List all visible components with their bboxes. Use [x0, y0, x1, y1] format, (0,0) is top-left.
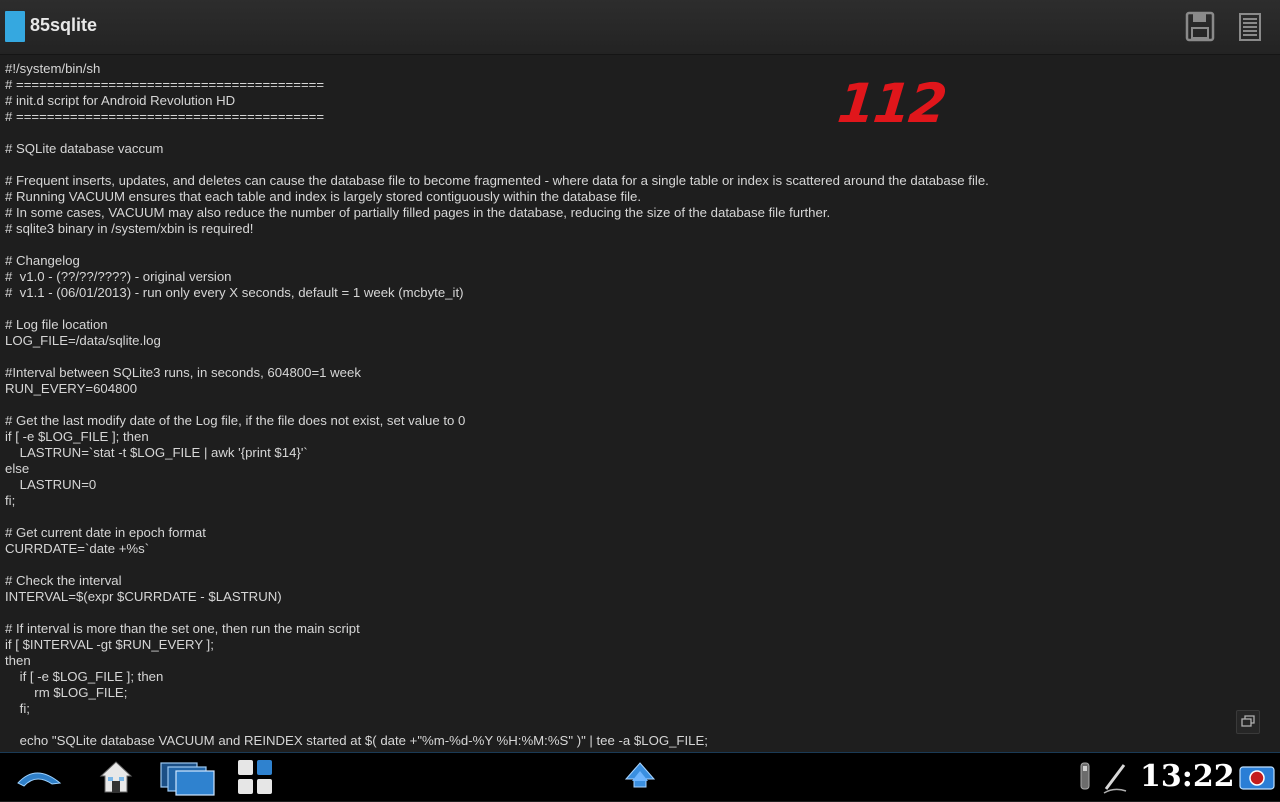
code-line[interactable]: then: [5, 653, 1280, 669]
code-line[interactable]: if [ -e $LOG_FILE ]; then: [5, 669, 1280, 685]
handwritten-annotation: 112: [834, 72, 949, 135]
screenshot-button[interactable]: [1238, 757, 1276, 797]
code-line[interactable]: LASTRUN=`stat -t $LOG_FILE | awk '{print…: [5, 445, 1280, 461]
app-grid-icon: [238, 760, 272, 794]
home-icon: [99, 761, 133, 793]
code-line[interactable]: [5, 509, 1280, 525]
save-icon: [1185, 11, 1215, 42]
code-line[interactable]: # Get current date in epoch format: [5, 525, 1280, 541]
code-line[interactable]: # ======================================…: [5, 77, 1280, 93]
code-line[interactable]: rm $LOG_FILE;: [5, 685, 1280, 701]
code-line[interactable]: INTERVAL=$(expr $CURRDATE - $LASTRUN): [5, 589, 1280, 605]
code-line[interactable]: # Check the interval: [5, 573, 1280, 589]
code-line[interactable]: # Get the last modify date of the Log fi…: [5, 413, 1280, 429]
window-restore-icon: [1241, 715, 1255, 727]
app-grid-button[interactable]: [236, 757, 274, 797]
code-line[interactable]: [5, 349, 1280, 365]
code-line[interactable]: [5, 717, 1280, 733]
code-line[interactable]: fi;: [5, 701, 1280, 717]
code-line[interactable]: # Log file location: [5, 317, 1280, 333]
code-line[interactable]: [5, 157, 1280, 173]
code-content[interactable]: #!/system/bin/sh # ======================…: [0, 55, 1280, 749]
code-line[interactable]: [5, 125, 1280, 141]
recent-apps-button[interactable]: [158, 757, 216, 797]
app-icon[interactable]: [5, 11, 25, 42]
code-line[interactable]: # ======================================…: [5, 109, 1280, 125]
code-line[interactable]: # init.d script for Android Revolution H…: [5, 93, 1280, 109]
code-line[interactable]: # SQLite database vaccum: [5, 141, 1280, 157]
code-line[interactable]: [5, 397, 1280, 413]
text-editor[interactable]: #!/system/bin/sh # ======================…: [0, 55, 1280, 752]
usb-icon: [1080, 762, 1090, 790]
stylus-icon: [1103, 764, 1127, 794]
code-line[interactable]: [5, 557, 1280, 573]
back-icon: [17, 772, 62, 787]
code-line[interactable]: # Frequent inserts, updates, and deletes…: [5, 173, 1280, 189]
code-line[interactable]: #!/system/bin/sh: [5, 61, 1280, 77]
save-button[interactable]: [1183, 10, 1217, 44]
code-line[interactable]: if [ $INTERVAL -gt $RUN_EVERY ];: [5, 637, 1280, 653]
code-line[interactable]: # Running VACUUM ensures that each table…: [5, 189, 1280, 205]
code-line[interactable]: # In some cases, VACUUM may also reduce …: [5, 205, 1280, 221]
code-line[interactable]: # v1.1 - (06/01/2013) - run only every X…: [5, 285, 1280, 301]
code-line[interactable]: LOG_FILE=/data/sqlite.log: [5, 333, 1280, 349]
menu-icon: [1239, 13, 1261, 41]
code-line[interactable]: echo "SQLite database VACUUM and REINDEX…: [5, 733, 1280, 749]
menu-button[interactable]: [1233, 10, 1267, 44]
system-bar: [0, 752, 1280, 801]
code-line[interactable]: # If interval is more than the set one, …: [5, 621, 1280, 637]
window-restore-button[interactable]: [1236, 710, 1260, 734]
recent-apps-icon: [160, 762, 215, 796]
code-line[interactable]: fi;: [5, 493, 1280, 509]
stylus-status[interactable]: [1100, 757, 1130, 797]
code-line[interactable]: else: [5, 461, 1280, 477]
expand-bar-button[interactable]: [624, 757, 656, 797]
code-line[interactable]: # Changelog: [5, 253, 1280, 269]
code-line[interactable]: CURRDATE=`date +%s`: [5, 541, 1280, 557]
code-line[interactable]: [5, 237, 1280, 253]
camera-icon: [1239, 766, 1275, 790]
code-line[interactable]: RUN_EVERY=604800: [5, 381, 1280, 397]
code-line[interactable]: #Interval between SQLite3 runs, in secon…: [5, 365, 1280, 381]
app-title: 85sqlite: [30, 15, 98, 35]
code-line[interactable]: [5, 301, 1280, 317]
up-arrow-icon: [624, 762, 656, 788]
usb-status[interactable]: [1076, 757, 1094, 797]
home-button[interactable]: [98, 757, 134, 797]
clock: 13:22: [1140, 759, 1235, 794]
code-line[interactable]: # v1.0 - (??/??/????) - original version: [5, 269, 1280, 285]
code-line[interactable]: LASTRUN=0: [5, 477, 1280, 493]
code-line[interactable]: [5, 605, 1280, 621]
action-bar: 85sqlite: [0, 0, 1280, 55]
code-line[interactable]: # sqlite3 binary in /system/xbin is requ…: [5, 221, 1280, 237]
code-line[interactable]: if [ -e $LOG_FILE ]; then: [5, 429, 1280, 445]
back-button[interactable]: [14, 757, 64, 797]
